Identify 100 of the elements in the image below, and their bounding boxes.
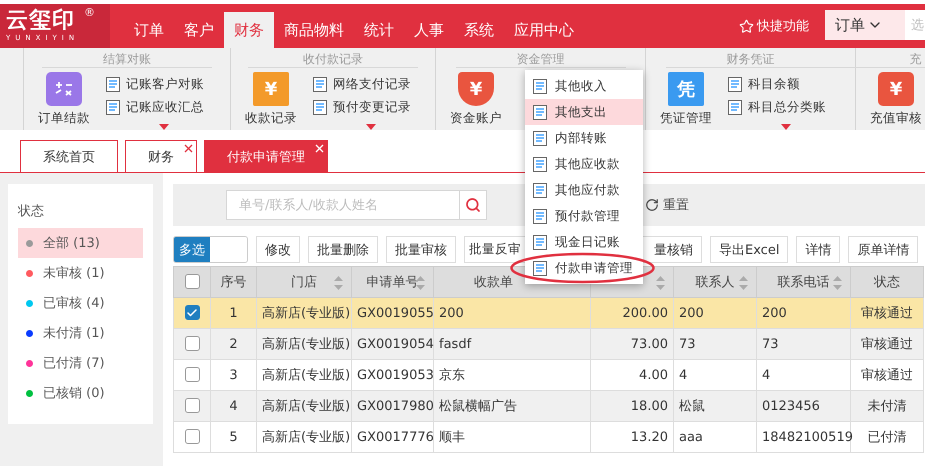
menu-item[interactable]: 内部转账 bbox=[525, 125, 643, 151]
expand-caret-icon[interactable] bbox=[159, 124, 169, 130]
ribbon-link[interactable]: 预付变更记录 bbox=[313, 99, 411, 116]
ribbon-link[interactable]: 网络支付记录 bbox=[313, 76, 411, 93]
table-row[interactable]: 2 高新店(专业版) GX0019054 fasdf 73.00 73 73 审核通过 bbox=[174, 328, 924, 360]
column-header: 门店 bbox=[256, 266, 352, 298]
nav-tab[interactable]: 财务 bbox=[224, 12, 274, 48]
checkbox[interactable] bbox=[184, 398, 200, 414]
menu-item[interactable]: 其他应付款 bbox=[525, 177, 643, 203]
ribbon-big-button[interactable]: 凭 凭证管理 bbox=[656, 72, 716, 127]
page-tab[interactable]: 付款申请管理 bbox=[204, 140, 328, 172]
menu-item[interactable]: 其他应收款 bbox=[525, 151, 643, 177]
group-title: 收付款记录 bbox=[248, 51, 418, 68]
toolbar-button[interactable]: 批量审核 bbox=[386, 236, 456, 263]
table-cell: 已付清 bbox=[850, 422, 924, 452]
menu-item[interactable]: 其他收入 bbox=[525, 73, 643, 99]
ribbon-big-button[interactable]: ¥ 充值审核 bbox=[866, 72, 925, 127]
nav-tab[interactable]: 人事 bbox=[404, 12, 454, 48]
document-icon bbox=[106, 77, 120, 92]
expand-caret-icon[interactable] bbox=[366, 124, 376, 130]
document-icon bbox=[533, 234, 547, 250]
star-icon bbox=[739, 18, 754, 34]
search-field[interactable]: 单号/联系人/收款人姓名 bbox=[226, 190, 460, 220]
menu-item[interactable]: 现金日记账 bbox=[525, 229, 643, 255]
close-icon[interactable] bbox=[184, 144, 193, 153]
refresh-icon bbox=[645, 198, 659, 212]
column-header: 联系人 bbox=[674, 266, 756, 298]
status-filter-item[interactable]: 已付清 (7) bbox=[18, 348, 143, 378]
search-field[interactable]: 选 bbox=[905, 10, 925, 40]
checkbox[interactable] bbox=[184, 429, 200, 444]
table-row[interactable]: 1 高新店(专业版) GX0019055 200 200.00 200 200 审核通过 bbox=[174, 298, 924, 328]
sort-icon[interactable] bbox=[334, 276, 343, 290]
document-icon bbox=[313, 77, 327, 92]
calculator-icon bbox=[46, 72, 82, 106]
quick-functions-button[interactable]: 快捷功能 bbox=[739, 4, 809, 48]
document-icon bbox=[533, 208, 547, 224]
table-row[interactable]: 5 高新店(专业版) GX0017776 顺丰 13.20 aaa 18482100519 已付清 bbox=[174, 422, 924, 452]
menu-item[interactable]: 预付款管理 bbox=[525, 203, 643, 229]
checkbox[interactable] bbox=[184, 367, 200, 382]
page-tab[interactable]: 系统首页 bbox=[20, 140, 118, 172]
document-icon bbox=[533, 156, 547, 172]
page-tab[interactable]: 财务 bbox=[125, 140, 197, 172]
status-filter-item[interactable]: 已审核 (4) bbox=[18, 288, 143, 318]
ticket-icon: ¥ bbox=[253, 72, 289, 106]
status-label: 未付清 (1) bbox=[43, 325, 105, 342]
table-cell: 18482100519 bbox=[756, 422, 850, 452]
sort-icon[interactable] bbox=[656, 276, 665, 290]
expand-caret-icon[interactable] bbox=[781, 124, 791, 130]
table-row[interactable]: 3 高新店(专业版) GX0019053 京东 4.00 4 4 审核通过 bbox=[174, 360, 924, 390]
sort-icon[interactable] bbox=[833, 276, 842, 290]
document-icon bbox=[728, 77, 742, 92]
ribbon-link[interactable]: 科目总分类账 bbox=[728, 99, 826, 116]
checkbox[interactable] bbox=[184, 305, 200, 320]
nav-tab[interactable]: 统计 bbox=[354, 12, 404, 48]
ribbon-link[interactable]: 记账客户对账 bbox=[106, 76, 204, 93]
menu-item[interactable]: 其他支出 bbox=[525, 99, 643, 125]
document-icon bbox=[533, 260, 547, 276]
search-scope-dropdown[interactable]: 订单 bbox=[825, 10, 905, 40]
ribbon-big-button[interactable]: ¥ 收款记录 bbox=[241, 72, 301, 127]
column-header: 状态 bbox=[850, 266, 924, 298]
table-row[interactable]: 4 高新店(专业版) GX0017980 松鼠横幅广告 18.00 松鼠 0123456 未付清 bbox=[174, 390, 924, 422]
toolbar-button[interactable]: 修改 bbox=[256, 236, 300, 263]
nav-tab[interactable]: 商品物料 bbox=[274, 12, 354, 48]
multi-select-toggle[interactable]: 多选 bbox=[173, 236, 248, 263]
checkbox[interactable] bbox=[184, 274, 200, 290]
ribbon-link[interactable]: 记账应收汇总 bbox=[106, 99, 204, 116]
table-cell: GX0017776 bbox=[352, 422, 434, 452]
sort-icon[interactable] bbox=[739, 276, 748, 290]
table-cell: 高新店(专业版) bbox=[256, 422, 352, 452]
status-filter-item[interactable]: 已核销 (0) bbox=[18, 378, 143, 408]
ribbon-link[interactable]: 科目余额 bbox=[728, 76, 826, 93]
ribbon-big-button[interactable]: 订单结款 bbox=[34, 72, 94, 127]
sort-icon[interactable] bbox=[416, 276, 425, 290]
document-icon bbox=[533, 182, 547, 198]
group-title: 结算对账 bbox=[42, 51, 212, 68]
status-filter-item[interactable]: 全部 (13) bbox=[18, 228, 143, 258]
column-header: 联系电话 bbox=[756, 266, 850, 298]
toolbar-button[interactable]: 批量删除 bbox=[308, 236, 378, 263]
nav-tab[interactable]: 客户 bbox=[174, 12, 224, 48]
status-label: 未审核 (1) bbox=[43, 265, 105, 282]
toolbar-button[interactable]: 详情 bbox=[796, 236, 840, 263]
table-cell: 5 bbox=[210, 422, 256, 452]
nav-tab[interactable]: 应用中心 bbox=[504, 12, 584, 48]
nav-tab[interactable]: 系统 bbox=[454, 12, 504, 48]
status-filter-item[interactable]: 未付清 (1) bbox=[18, 318, 143, 348]
reset-button[interactable]: 重置 bbox=[645, 196, 689, 214]
group-title: 财务凭证 bbox=[666, 51, 836, 68]
checkbox[interactable] bbox=[184, 336, 200, 352]
nav-tab[interactable]: 订单 bbox=[124, 12, 174, 48]
status-filter-item[interactable]: 未审核 (1) bbox=[18, 258, 143, 288]
voucher-icon: 凭 bbox=[668, 72, 704, 106]
search-button[interactable] bbox=[460, 190, 487, 220]
document-icon bbox=[533, 130, 547, 146]
ribbon-big-button[interactable]: ¥ 资金账户 bbox=[446, 72, 506, 127]
toolbar-button[interactable]: 导出Excel bbox=[710, 236, 788, 263]
toolbar-button[interactable]: 原单详情 bbox=[848, 236, 918, 263]
document-icon bbox=[728, 100, 742, 115]
column-header: 序号 bbox=[210, 266, 256, 298]
table-cell: 13.20 bbox=[590, 422, 674, 452]
column-header: 申请单号 bbox=[352, 266, 434, 298]
